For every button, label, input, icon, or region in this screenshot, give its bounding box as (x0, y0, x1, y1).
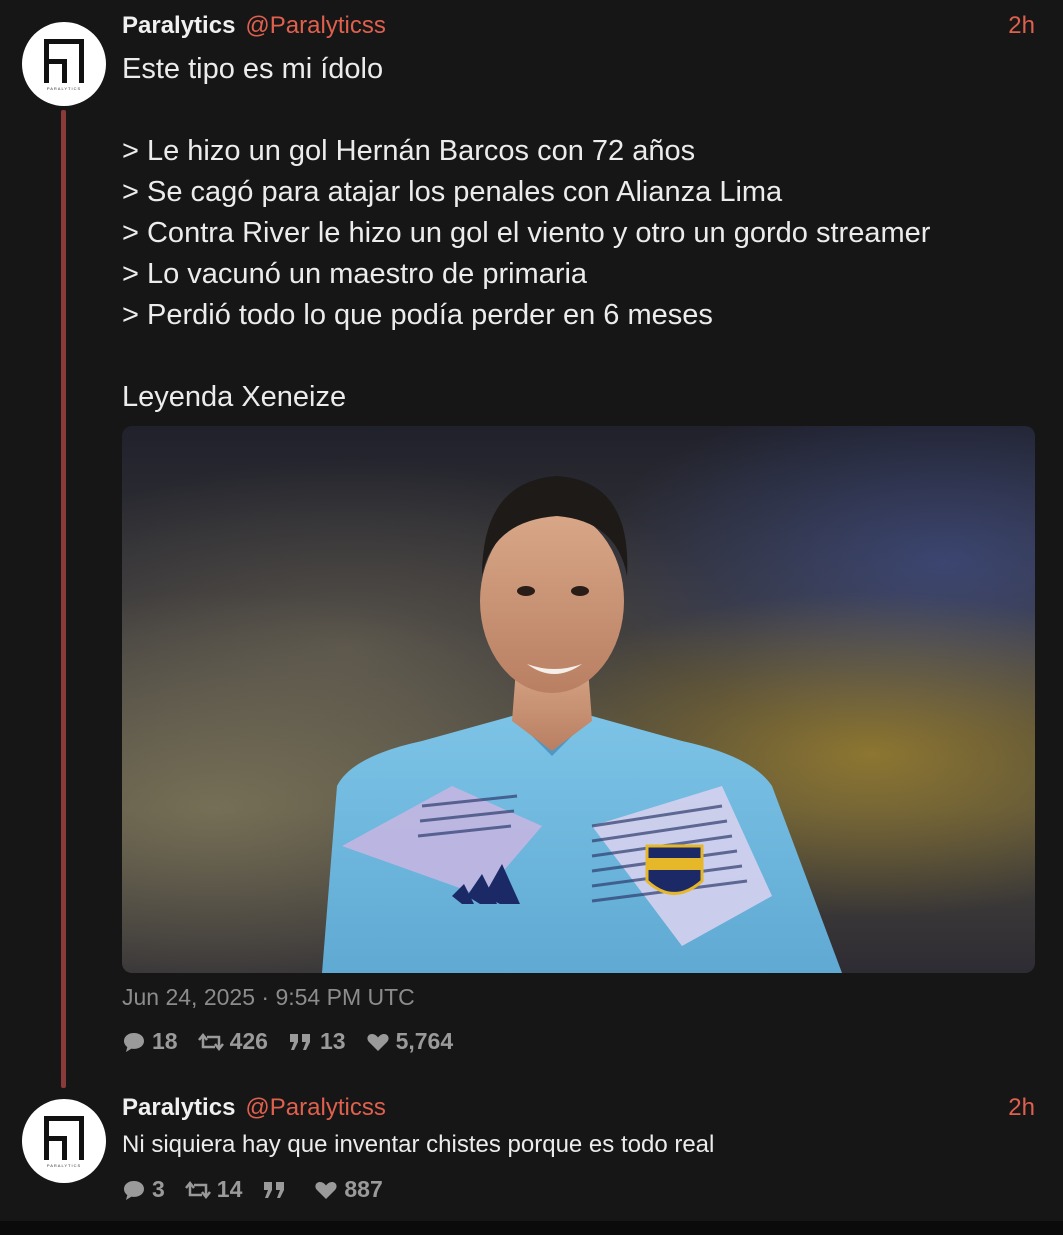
display-name[interactable]: Paralytics (122, 1094, 235, 1122)
avatar[interactable]: PARALYTICS (22, 1099, 106, 1183)
tweet-image[interactable] (122, 426, 1035, 973)
retweet-icon (184, 1180, 211, 1199)
reply-stats: 3 14 887 (122, 1176, 403, 1203)
bottom-bar (0, 1221, 1063, 1235)
reply-text: Ni siquiera hay que inventar chistes por… (122, 1131, 715, 1158)
avatar-caption: PARALYTICS (46, 86, 82, 91)
quote-count: 13 (319, 1028, 346, 1054)
retweet-button[interactable]: 14 (184, 1176, 243, 1203)
avatar[interactable]: PARALYTICS (22, 22, 106, 106)
tweet-time[interactable]: 2h (1008, 12, 1035, 40)
comment-icon (124, 1180, 144, 1200)
reply-button[interactable]: 18 (122, 1028, 178, 1055)
tweet-header: Paralytics @Paralyticss 2h (122, 12, 1035, 42)
reply-time[interactable]: 2h (1008, 1094, 1035, 1122)
thread-line (61, 110, 66, 1088)
retweet-count: 426 (229, 1028, 268, 1054)
tweet-line: Este tipo es mi ídolo (122, 53, 384, 85)
logo-icon (44, 1116, 84, 1160)
goalkeeper-photo (322, 476, 842, 973)
like-count: 5,764 (395, 1028, 454, 1054)
reply-header: Paralytics @Paralyticss 2h (122, 1094, 1035, 1124)
quote-button[interactable]: 13 (288, 1028, 346, 1055)
reply-count: 3 (152, 1176, 165, 1202)
heart-icon (367, 1033, 389, 1051)
tweet-stats: 18 426 13 5,764 (122, 1028, 473, 1055)
logo-icon (44, 39, 84, 83)
tweet-line: > Contra River le hizo un gol el viento … (122, 217, 931, 249)
tweet-line: > Le hizo un gol Hernán Barcos con 72 añ… (122, 135, 696, 167)
username[interactable]: @Paralyticss (245, 1094, 385, 1122)
retweet-icon (197, 1032, 224, 1051)
like-button[interactable]: 887 (314, 1176, 383, 1203)
reply-count: 18 (152, 1028, 178, 1054)
like-count: 887 (344, 1176, 383, 1202)
username[interactable]: @Paralyticss (245, 12, 385, 40)
quote-icon (289, 1033, 310, 1050)
tweet-text: Este tipo es mi ídolo > Le hizo un gol H… (122, 49, 1035, 418)
tweet-line (122, 336, 1035, 377)
tweet-line: > Lo vacunó un maestro de primaria (122, 258, 588, 290)
tweet-line: > Perdió todo lo que podía perder en 6 m… (122, 299, 713, 331)
tweet-timestamp[interactable]: Jun 24, 2025 · 9:54 PM UTC (122, 984, 415, 1011)
reply-button[interactable]: 3 (122, 1176, 165, 1203)
comment-icon (124, 1032, 144, 1052)
tweet-line (122, 90, 1035, 131)
tweet-line: Leyenda Xeneize (122, 381, 347, 413)
avatar-caption: PARALYTICS (46, 1163, 82, 1168)
heart-icon (315, 1181, 337, 1199)
quote-icon (264, 1181, 285, 1198)
retweet-button[interactable]: 426 (197, 1028, 268, 1055)
quote-button[interactable] (262, 1179, 294, 1201)
display-name[interactable]: Paralytics (122, 12, 235, 40)
like-button[interactable]: 5,764 (366, 1028, 454, 1055)
retweet-count: 14 (216, 1176, 243, 1202)
tweet-line: > Se cagó para atajar los penales con Al… (122, 176, 783, 208)
